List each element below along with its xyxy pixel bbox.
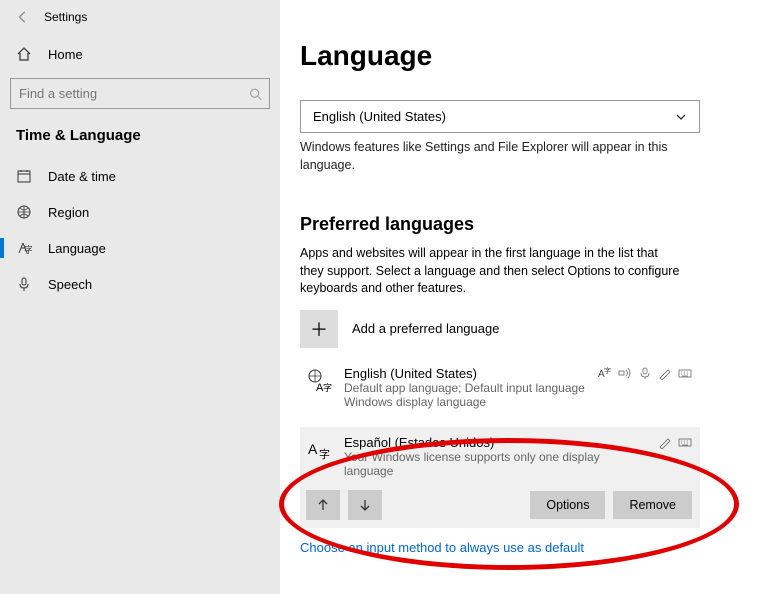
app-title: Settings xyxy=(44,10,87,24)
globe-icon xyxy=(16,204,32,220)
keyboard-icon xyxy=(678,366,692,380)
language-icon: 字 xyxy=(16,240,32,256)
sidebar-item-datetime[interactable]: Date & time xyxy=(0,158,280,194)
keyboard-icon xyxy=(678,435,692,449)
search-input[interactable] xyxy=(10,78,270,109)
display-language-help: Windows features like Settings and File … xyxy=(300,139,700,174)
language-sub2: Windows display language xyxy=(344,395,585,409)
plus-icon: ＋ xyxy=(300,310,338,348)
handwriting-icon xyxy=(658,366,672,380)
svg-text:字: 字 xyxy=(319,447,330,461)
arrow-up-icon xyxy=(316,498,330,512)
language-pack-icon: A字 xyxy=(306,368,332,394)
remove-button[interactable]: Remove xyxy=(613,491,692,519)
display-language-dropdown[interactable]: English (United States) xyxy=(300,100,700,133)
svg-text:A: A xyxy=(308,441,318,457)
language-name: English (United States) xyxy=(344,366,585,381)
language-badges: A字 xyxy=(598,366,692,380)
sidebar-home-label: Home xyxy=(48,47,83,62)
nav-label: Speech xyxy=(48,277,92,292)
svg-text:字: 字 xyxy=(604,366,611,375)
language-name: Español (Estados Unidos) xyxy=(344,435,646,450)
sidebar-item-speech[interactable]: Speech xyxy=(0,266,280,302)
language-item-english[interactable]: A字 English (United States) Default app l… xyxy=(300,360,700,415)
add-language-label: Add a preferred language xyxy=(352,321,499,336)
search-row xyxy=(10,78,270,109)
section-title: Time & Language xyxy=(0,123,280,158)
language-sub: Default app language; Default input lang… xyxy=(344,381,585,395)
svg-text:字: 字 xyxy=(323,382,332,393)
add-language-button[interactable]: ＋ Add a preferred language xyxy=(300,310,758,348)
handwriting-icon xyxy=(658,435,672,449)
sidebar-item-region[interactable]: Region xyxy=(0,194,280,230)
search-icon xyxy=(249,87,262,100)
preferred-desc: Apps and websites will appear in the fir… xyxy=(300,245,680,298)
page-title: Language xyxy=(300,40,758,72)
move-up-button[interactable] xyxy=(306,490,340,520)
calendar-icon xyxy=(16,168,32,184)
nav-label: Region xyxy=(48,205,89,220)
back-icon[interactable] xyxy=(16,10,30,24)
chevron-down-icon xyxy=(675,111,687,123)
language-badges xyxy=(658,435,692,449)
home-icon xyxy=(16,46,32,62)
language-item-spanish[interactable]: A字 Español (Estados Unidos) Your Windows… xyxy=(300,427,700,528)
choose-input-link[interactable]: Choose an input method to always use as … xyxy=(300,540,758,555)
language-pack-icon: A字 xyxy=(306,437,332,463)
options-button[interactable]: Options xyxy=(530,491,605,519)
mic-icon xyxy=(16,276,32,292)
display-icon: A字 xyxy=(598,366,612,380)
move-down-button[interactable] xyxy=(348,490,382,520)
preferred-heading: Preferred languages xyxy=(300,214,758,235)
arrow-down-icon xyxy=(358,498,372,512)
voice-icon xyxy=(638,366,652,380)
sidebar: Settings Home Time & Language Date & tim… xyxy=(0,0,280,594)
nav-label: Language xyxy=(48,241,106,256)
sidebar-item-language[interactable]: 字 Language xyxy=(0,230,280,266)
language-sub: Your Windows license supports only one d… xyxy=(344,450,646,478)
display-language-value: English (United States) xyxy=(313,109,446,124)
sidebar-home[interactable]: Home xyxy=(0,38,280,70)
nav-label: Date & time xyxy=(48,169,116,184)
svg-text:字: 字 xyxy=(24,244,32,255)
tts-icon xyxy=(618,366,632,380)
content-area: Language English (United States) Windows… xyxy=(300,40,758,555)
